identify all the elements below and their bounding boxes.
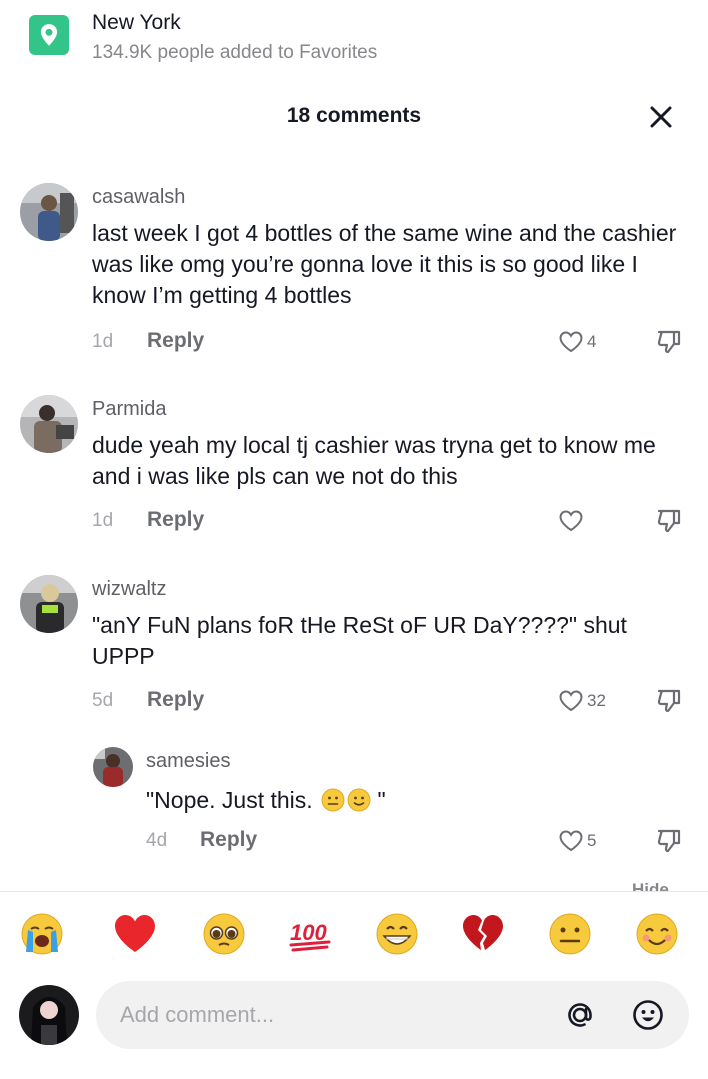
like-button[interactable]: 5 bbox=[558, 829, 596, 853]
thumbs-down-icon bbox=[657, 509, 681, 533]
loudly-crying-face-icon[interactable] bbox=[18, 910, 66, 958]
pleading-face-icon[interactable] bbox=[200, 910, 248, 958]
hundred-points-icon[interactable]: 100 bbox=[287, 910, 335, 958]
heart-outline-icon bbox=[559, 331, 583, 353]
comment-age: 4d bbox=[146, 830, 168, 851]
comments-header: 18 comments bbox=[0, 100, 708, 134]
like-count: 32 bbox=[587, 691, 606, 710]
mention-button[interactable] bbox=[563, 998, 597, 1032]
comment-age: 1d bbox=[92, 510, 114, 531]
comment-text: "anY FuN plans foR tHe ReSt oF UR DaY???… bbox=[92, 612, 627, 669]
emoji-quick-bar: 100 bbox=[0, 902, 708, 968]
comment-username[interactable]: samesies bbox=[146, 750, 230, 773]
dislike-button[interactable] bbox=[655, 827, 683, 860]
dislike-button[interactable] bbox=[655, 687, 683, 720]
like-button[interactable]: 32 bbox=[558, 689, 606, 713]
heart-outline-icon bbox=[559, 510, 583, 532]
neutral-face-icon[interactable] bbox=[546, 910, 594, 958]
reply-button[interactable]: Reply bbox=[147, 688, 204, 712]
avatar[interactable] bbox=[20, 575, 78, 633]
broken-heart-icon[interactable] bbox=[459, 910, 507, 958]
reply-text-end: " bbox=[377, 787, 386, 813]
heart-outline-icon bbox=[559, 690, 583, 712]
thumbs-down-icon bbox=[657, 689, 681, 713]
heart-outline-icon bbox=[559, 830, 583, 852]
location-favorites-count: 134.9K people added to Favorites bbox=[92, 42, 378, 63]
reply-button[interactable]: Reply bbox=[147, 508, 204, 532]
comment-age: 5d bbox=[92, 690, 114, 711]
dislike-button[interactable] bbox=[655, 507, 683, 540]
add-comment-input[interactable] bbox=[120, 997, 540, 1033]
divider bbox=[0, 891, 708, 892]
grinning-face-icon[interactable] bbox=[373, 910, 421, 958]
like-count: 5 bbox=[587, 831, 597, 850]
comments-count: 18 comments bbox=[286, 104, 422, 127]
dislike-button[interactable] bbox=[655, 328, 683, 361]
slightly-smiling-face-icon bbox=[347, 788, 371, 812]
comment-text: last week I got 4 bottles of the same wi… bbox=[92, 220, 677, 308]
current-user-avatar[interactable] bbox=[19, 985, 79, 1045]
comment-text: "Nope. Just this. " bbox=[146, 785, 666, 816]
avatar[interactable] bbox=[20, 395, 78, 453]
close-button[interactable] bbox=[644, 100, 678, 134]
reply-button[interactable]: Reply bbox=[200, 828, 257, 852]
thumbs-down-icon bbox=[657, 330, 681, 354]
red-heart-icon[interactable] bbox=[111, 910, 159, 958]
comment-age: 1d bbox=[92, 331, 114, 352]
comment-username[interactable]: casawalsh bbox=[92, 186, 185, 209]
emoji-picker-button[interactable] bbox=[631, 998, 665, 1032]
location-pin-icon bbox=[29, 15, 69, 55]
neutral-face-icon bbox=[321, 788, 345, 812]
like-count: 4 bbox=[587, 332, 597, 351]
location-title: New York bbox=[92, 11, 181, 34]
reply-text: "Nope. Just this. bbox=[146, 787, 313, 813]
reply-button[interactable]: Reply bbox=[147, 329, 204, 353]
like-button[interactable] bbox=[558, 509, 587, 533]
avatar[interactable] bbox=[93, 747, 133, 787]
comment-text: dude yeah my local tj cashier was tryna … bbox=[92, 432, 656, 489]
smiley-icon bbox=[633, 1000, 663, 1030]
thumbs-down-icon bbox=[657, 829, 681, 853]
location-banner[interactable]: New York 134.9K people added to Favorite… bbox=[0, 0, 708, 80]
at-sign-icon bbox=[568, 1003, 592, 1027]
comment-username[interactable]: Parmida bbox=[92, 398, 166, 421]
like-button[interactable]: 4 bbox=[558, 330, 596, 354]
comment-username[interactable]: wizwaltz bbox=[92, 578, 166, 601]
comment-composer bbox=[96, 981, 689, 1049]
close-icon bbox=[650, 106, 672, 128]
smiling-face-icon[interactable] bbox=[633, 910, 681, 958]
avatar[interactable] bbox=[20, 183, 78, 241]
